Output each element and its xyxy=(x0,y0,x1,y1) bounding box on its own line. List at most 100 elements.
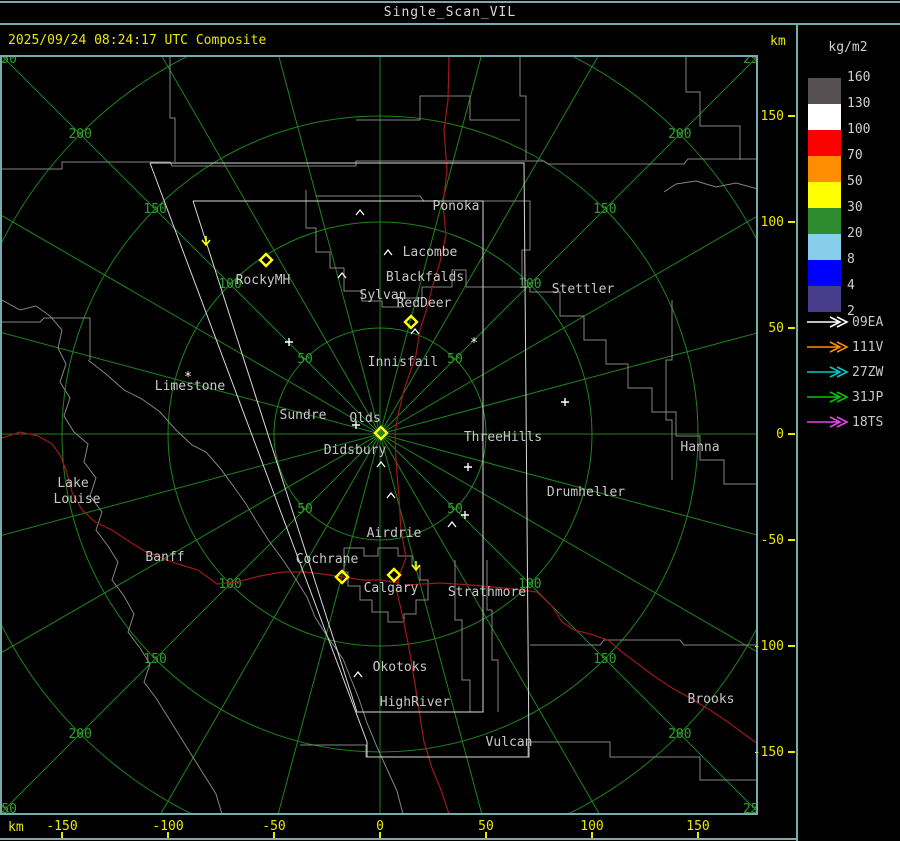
right-axis-tick-label: -150 xyxy=(753,745,784,760)
city-label: Ponoka xyxy=(433,199,480,214)
ring-distance-label: 50 xyxy=(447,502,463,517)
city-label: Limestone xyxy=(155,379,226,394)
legend-swatch xyxy=(808,182,841,208)
bottom-axis-tick-label: 0 xyxy=(376,819,384,834)
city-label: Didsbury xyxy=(324,443,387,458)
radar-map-canvas[interactable]: 50 5050 50100 100100 100150 150150 150200 20020… xyxy=(0,0,900,841)
legend-swatch xyxy=(808,130,841,156)
county-boundary xyxy=(665,300,673,480)
ring-distance-label: 200 xyxy=(68,127,91,142)
azimuth-radial-line xyxy=(2,57,757,813)
ring-distance-label: 250 xyxy=(743,52,766,67)
bottom-axis-tick-label: 50 xyxy=(478,819,494,834)
right-axis-tick-label: 0 xyxy=(776,427,784,442)
caret-marker xyxy=(386,491,396,499)
county-boundary xyxy=(454,560,471,712)
city-label: Brooks xyxy=(688,692,735,707)
right-axis-tick-label: -100 xyxy=(753,639,784,654)
bottom-axis-tick-label: -150 xyxy=(46,819,77,834)
caret-marker xyxy=(353,670,363,678)
county-boundary xyxy=(685,57,741,160)
legend-value-label: 8 xyxy=(847,252,855,267)
ring-distance-label: 200 xyxy=(668,127,691,142)
ring-distance-label: 150 xyxy=(143,202,166,217)
city-label: RedDeer xyxy=(397,296,452,311)
plus-marker xyxy=(285,338,293,346)
legend-value-column: 160 130 100 70 50 30 20 8 4 2 xyxy=(847,71,887,331)
ring-distance-label: 200 xyxy=(68,727,91,742)
legend-unit-label: kg/m2 xyxy=(828,40,868,55)
legend-swatch xyxy=(808,260,841,286)
ring-distance-label: 50 xyxy=(297,352,313,367)
range-ring-250km xyxy=(2,57,757,814)
city-label: Stettler xyxy=(552,282,615,297)
city-label: Hanna xyxy=(680,440,719,455)
city-label: Banff xyxy=(145,550,184,565)
county-boundary xyxy=(530,639,757,646)
station-arrow-icon xyxy=(807,416,849,428)
legend-swatch xyxy=(808,234,841,260)
city-label: Lake xyxy=(57,476,88,491)
legend-value-label: 30 xyxy=(847,200,863,215)
radar-sector-outline xyxy=(149,162,530,758)
caret-marker xyxy=(355,208,365,216)
ring-distance-label: 100 xyxy=(218,577,241,592)
station-id-label: 31JP xyxy=(852,390,884,405)
caret-marker xyxy=(383,248,393,256)
bottom-axis-tick-label: 100 xyxy=(580,819,603,834)
station-id-label: 09EA xyxy=(852,315,884,330)
legend-swatch xyxy=(808,208,841,234)
city-label: Vulcan xyxy=(486,735,533,750)
ring-distance-label: 50 xyxy=(447,352,463,367)
legend-value-label: 160 xyxy=(847,70,871,85)
city-label: Okotoks xyxy=(373,660,428,675)
star-marker: * xyxy=(470,336,478,351)
county-boundary xyxy=(663,180,757,193)
city-label: HighRiver xyxy=(380,695,451,710)
caret-marker xyxy=(410,327,420,335)
ring-distance-label: 200 xyxy=(668,727,691,742)
legend-swatch xyxy=(808,104,841,130)
caret-marker xyxy=(337,271,347,279)
plus-marker xyxy=(464,463,472,471)
legend-value-label: 130 xyxy=(847,96,871,111)
highway-line xyxy=(404,582,757,745)
city-label: Louise xyxy=(54,492,101,507)
right-axis-tick-label: -50 xyxy=(761,533,784,548)
county-boundary xyxy=(169,57,176,162)
ring-distance-label: 50 xyxy=(297,502,313,517)
city-label: ThreeHills xyxy=(464,430,542,445)
radar-app-window: { "window": { "title": "Single_Scan_VIL"… xyxy=(0,0,900,841)
station-arrow-icon xyxy=(807,391,849,403)
caret-marker xyxy=(447,520,457,528)
bottom-axis-tick-label: -50 xyxy=(262,819,285,834)
city-label: Olds xyxy=(349,411,380,426)
bottom-axis-unit-label: km xyxy=(8,820,24,835)
bottom-axis-tick-label: 150 xyxy=(686,819,709,834)
city-label: Sundre xyxy=(280,408,327,423)
station-arrow-icon xyxy=(807,316,849,328)
county-boundary xyxy=(519,57,527,160)
legend-value-label: 4 xyxy=(847,278,855,293)
legend-swatch-column xyxy=(808,78,841,312)
right-axis-tick-label: 100 xyxy=(761,215,784,230)
station-arrow-icon xyxy=(807,366,849,378)
station-id-label: 27ZW xyxy=(852,365,884,380)
city-label: Lacombe xyxy=(403,245,458,260)
right-axis-tick-label: 50 xyxy=(768,321,784,336)
ring-distance-label: 150 xyxy=(593,652,616,667)
legend-swatch xyxy=(808,286,841,312)
plus-marker xyxy=(561,398,569,406)
station-arrow-icon xyxy=(807,341,849,353)
station-id-label: 111V xyxy=(852,340,884,355)
right-axis-tick-label: 150 xyxy=(761,109,784,124)
azimuth-radial-line xyxy=(2,57,757,812)
city-label: Airdrie xyxy=(367,526,422,541)
station-id-label: 18TS xyxy=(852,415,884,430)
ring-distance-label: 250 xyxy=(0,52,17,67)
legend-value-label: 20 xyxy=(847,226,863,241)
down-arrow-marker xyxy=(201,236,211,247)
city-label: Cochrane xyxy=(296,552,359,567)
city-label: Calgary xyxy=(364,581,419,596)
down-arrow-marker xyxy=(411,561,421,572)
